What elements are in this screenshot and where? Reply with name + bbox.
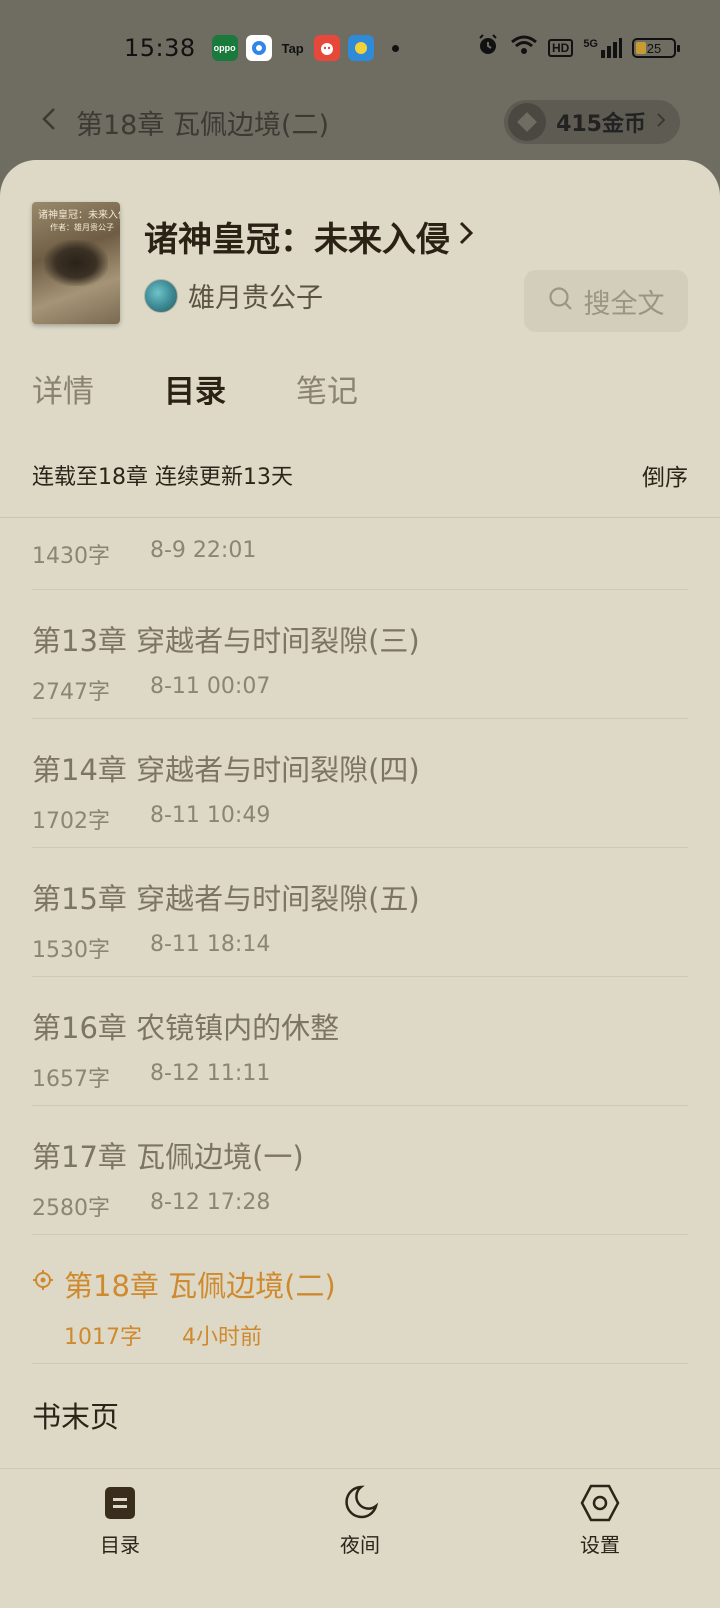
chapter-title: 第13章 穿越者与时间裂隙(三) (32, 624, 420, 658)
chapter-title: 第15章 穿越者与时间裂隙(五) (32, 882, 420, 916)
book-end-row[interactable]: 书末页 (32, 1364, 688, 1454)
search-full-text-button[interactable]: 搜全文 (524, 270, 688, 332)
back-chevron-icon[interactable] (40, 105, 58, 140)
tab-details[interactable]: 详情 (32, 366, 94, 411)
network-type-label: 5G (583, 38, 598, 50)
search-icon (548, 286, 574, 316)
cover-figure-art (44, 240, 108, 286)
chapter-title: 第17章 瓦佩边境(一) (32, 1140, 304, 1174)
moon-icon (340, 1483, 380, 1523)
status-bar: 15:38 oppo Tap HD 5G 25 (0, 0, 720, 96)
red-app-icon (313, 35, 340, 61)
bottom-nav: 目录 夜间 设置 (0, 1468, 720, 1608)
chapter-row[interactable]: 第16章 农镜镇内的休整 1657字 8-12 11:11 (32, 977, 688, 1106)
battery-level-text: 25 (646, 40, 662, 56)
nav-settings-label: 设置 (580, 1533, 620, 1557)
hd-icon: HD (547, 39, 574, 57)
reader-top-bar: 第18章 瓦佩边境(二) 415金币 (0, 92, 720, 152)
author-name: 雄月贵公子 (188, 283, 323, 314)
chapter-time: 8-11 18:14 (150, 932, 271, 957)
chapter-word-count: 1430字 (32, 544, 110, 569)
chapter-word-count: 1017字 (64, 1325, 142, 1350)
author-row[interactable]: 雄月贵公子 (144, 276, 323, 315)
battery-level-fill (636, 42, 646, 54)
signal-icon: 5G (583, 38, 622, 58)
status-time: 15:38 (124, 34, 196, 62)
catalog-summary-bar: 连载至18章 连续更新13天 倒序 (0, 432, 720, 518)
chapter-time: 8-9 22:01 (150, 538, 257, 563)
coin-icon (508, 103, 547, 141)
reader-chapter-title: 第18章 瓦佩边境(二) (76, 109, 330, 141)
book-cover[interactable]: 诸神皇冠：未来入侵 作者：雄月贵公子 (32, 202, 120, 324)
tab-notes[interactable]: 笔记 (296, 366, 358, 411)
chapter-row[interactable]: 第13章 穿越者与时间裂隙(三) 2747字 8-11 00:07 (32, 590, 688, 719)
search-label: 搜全文 (583, 288, 665, 320)
chapter-word-count: 2747字 (32, 680, 110, 705)
chapter-word-count: 1657字 (32, 1067, 110, 1092)
chapter-list: 1430字 8-9 22:01 第13章 穿越者与时间裂隙(三) 2747字 8… (32, 518, 688, 1468)
chapter-meta: 1430字 8-9 22:01 (32, 538, 256, 570)
chapter-row[interactable]: 第17章 瓦佩边境(一) 2580字 8-12 17:28 (32, 1106, 688, 1235)
chapter-title: 第14章 穿越者与时间裂隙(四) (32, 753, 420, 787)
chapter-time: 8-12 11:11 (150, 1061, 271, 1086)
sort-order-button[interactable]: 倒序 (642, 458, 688, 492)
tab-catalog[interactable]: 目录 (164, 366, 226, 411)
status-system-icons: HD 5G 25 (476, 33, 680, 63)
chapter-row[interactable]: 第15章 穿越者与时间裂隙(五) 1530字 8-11 18:14 (32, 848, 688, 977)
oppo-app-icon: oppo (211, 35, 238, 61)
update-status-text: 连载至18章 连续更新13天 (32, 464, 293, 490)
nav-night-button[interactable]: 夜间 (240, 1469, 480, 1608)
nav-settings-button[interactable]: 设置 (480, 1469, 720, 1608)
sheet-tabs: 详情 目录 笔记 (32, 366, 358, 411)
chevron-right-icon (458, 219, 474, 254)
chapter-meta: 2580字 8-12 17:28 (32, 1190, 270, 1222)
chapter-meta: 1702字 8-11 10:49 (32, 803, 270, 835)
nav-catalog-label: 目录 (100, 1533, 140, 1557)
book-end-label: 书末页 (32, 1400, 120, 1434)
chapter-time: 4小时前 (182, 1325, 262, 1350)
chapter-meta: 1017字 4小时前 (64, 1319, 262, 1351)
chapter-row[interactable]: 1430字 8-9 22:01 (32, 518, 688, 590)
chapter-time: 8-12 17:28 (150, 1190, 271, 1215)
book-title-link[interactable]: 诸神皇冠：未来入侵 (144, 212, 474, 261)
catalog-sheet: 诸神皇冠：未来入侵 作者：雄月贵公子 诸神皇冠：未来入侵 雄月贵公子 搜全文 详… (0, 160, 720, 1608)
chapter-row[interactable]: 第14章 穿越者与时间裂隙(四) 1702字 8-11 10:49 (32, 719, 688, 848)
book-title: 诸神皇冠：未来入侵 (144, 220, 450, 260)
wifi-icon (510, 34, 538, 62)
notification-dot (391, 44, 399, 52)
toc-icon (100, 1483, 140, 1523)
taptap-app-icon: Tap (281, 40, 304, 56)
chapter-meta: 1530字 8-11 18:14 (32, 932, 270, 964)
cover-title-text: 诸神皇冠：未来入侵 (38, 210, 120, 221)
chevron-right-icon (656, 112, 666, 133)
current-location-icon (32, 1269, 54, 1291)
chapter-time: 8-11 10:49 (150, 803, 271, 828)
alarm-icon (476, 33, 500, 63)
battery-icon: 25 (632, 38, 680, 58)
settings-icon (580, 1483, 620, 1523)
chapter-meta: 1657字 8-12 11:11 (32, 1061, 270, 1093)
chapter-word-count: 2580字 (32, 1196, 110, 1221)
nav-night-label: 夜间 (340, 1533, 380, 1557)
chapter-title: 第16章 农镜镇内的休整 (32, 1011, 340, 1045)
book-header: 诸神皇冠：未来入侵 作者：雄月贵公子 诸神皇冠：未来入侵 雄月贵公子 搜全文 (32, 202, 688, 332)
blue-app-icon (347, 35, 374, 61)
browser-app-icon (245, 35, 272, 61)
chapter-word-count: 1530字 (32, 938, 110, 963)
chapter-word-count: 1702字 (32, 809, 110, 834)
chapter-meta: 2747字 8-11 00:07 (32, 674, 270, 706)
chapter-row-current[interactable]: 第18章 瓦佩边境(二) 1017字 4小时前 (32, 1235, 688, 1364)
chapter-title: 第18章 瓦佩边境(二) (64, 1269, 336, 1303)
coins-balance: 415金币 (556, 112, 646, 137)
cover-author-text: 作者：雄月贵公子 (50, 223, 114, 232)
status-app-icons: oppo Tap (211, 35, 399, 61)
coins-button[interactable]: 415金币 (504, 100, 680, 144)
author-avatar (144, 278, 178, 313)
chapter-time: 8-11 00:07 (150, 674, 271, 699)
nav-catalog-button[interactable]: 目录 (0, 1469, 240, 1608)
